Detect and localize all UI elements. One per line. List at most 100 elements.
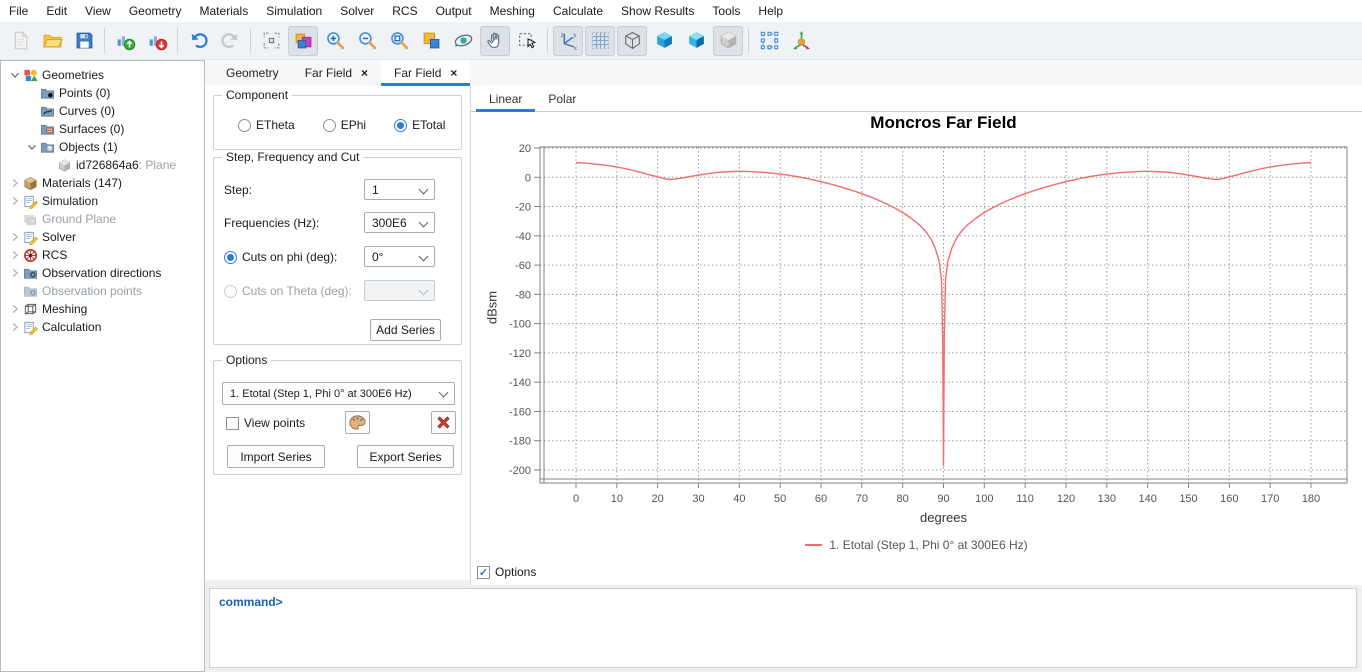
command-prompt[interactable]: command> xyxy=(219,595,283,609)
toolbar-fit-view-button[interactable] xyxy=(256,26,286,56)
toolbar-export-button[interactable] xyxy=(142,26,172,56)
toolbar-undo-button[interactable] xyxy=(183,26,213,56)
menu-item-show-results[interactable]: Show Results xyxy=(612,0,703,22)
tree-item-solver[interactable]: Solver xyxy=(1,228,204,246)
menu-item-help[interactable]: Help xyxy=(749,0,792,22)
chart-up-icon xyxy=(115,30,136,51)
menu-item-calculate[interactable]: Calculate xyxy=(544,0,612,22)
tree-item-observation-directions[interactable]: Observation directions xyxy=(1,264,204,282)
chevron-collapsed-icon[interactable] xyxy=(7,266,22,281)
menu-item-edit[interactable]: Edit xyxy=(37,0,76,22)
etheta-option[interactable]: ETheta xyxy=(238,118,295,132)
menu-item-geometry[interactable]: Geometry xyxy=(120,0,191,22)
chevron-collapsed-icon[interactable] xyxy=(7,176,22,191)
toolbar-open-project-button[interactable] xyxy=(37,26,67,56)
toolbar-view-objects-button[interactable] xyxy=(288,26,318,56)
tab-far-field-1[interactable]: Far Field × xyxy=(292,60,381,86)
series-color-button[interactable] xyxy=(345,411,370,434)
menu-item-output[interactable]: Output xyxy=(427,0,481,22)
toolbar-wireframe-view-button[interactable] xyxy=(617,26,647,56)
chevron-collapsed-icon[interactable] xyxy=(7,248,22,263)
toolbar-shaded-view-button[interactable] xyxy=(681,26,711,56)
select-handles-icon xyxy=(759,30,780,51)
view-points-option[interactable]: View points xyxy=(226,416,305,430)
menu-item-solver[interactable]: Solver xyxy=(331,0,383,22)
cuts-phi-option[interactable]: Cuts on phi (deg): xyxy=(224,250,337,264)
toolbar-separator xyxy=(177,28,178,53)
tree-item-observation-points[interactable]: Observation points xyxy=(1,282,204,300)
add-series-button[interactable]: Add Series xyxy=(370,319,441,341)
tree-item-simulation[interactable]: Simulation xyxy=(1,192,204,210)
tree-item-curves-0[interactable]: Curves (0) xyxy=(1,102,204,120)
menu-item-meshing[interactable]: Meshing xyxy=(481,0,544,22)
import-series-button[interactable]: Import Series xyxy=(227,445,325,468)
toolbar-zoom-out-button[interactable] xyxy=(352,26,382,56)
tree-item-id726864a6[interactable]: id726864a6 : Plane xyxy=(1,156,204,174)
chevron-expanded-icon[interactable] xyxy=(24,140,39,155)
export-series-button[interactable]: Export Series xyxy=(357,445,454,468)
etotal-radio[interactable] xyxy=(394,119,407,132)
toolbar-select-button[interactable] xyxy=(512,26,542,56)
chevron-collapsed-icon[interactable] xyxy=(7,320,22,335)
view-points-checkbox[interactable] xyxy=(226,417,239,430)
menu-item-materials[interactable]: Materials xyxy=(191,0,258,22)
menu-item-tools[interactable]: Tools xyxy=(703,0,749,22)
toolbar-save-project-button[interactable] xyxy=(69,26,99,56)
ephi-option[interactable]: EPhi xyxy=(323,118,366,132)
frequencies-select[interactable]: 300E6 xyxy=(364,212,435,233)
close-icon[interactable]: × xyxy=(450,67,457,79)
panel-divider xyxy=(470,86,471,585)
toolbar-import-button[interactable] xyxy=(110,26,140,56)
chevron-collapsed-icon[interactable] xyxy=(7,194,22,209)
chevron-collapsed-icon[interactable] xyxy=(7,302,22,317)
ephi-radio[interactable] xyxy=(323,119,336,132)
menu-item-file[interactable]: File xyxy=(0,0,37,22)
chart-options-checkbox[interactable] xyxy=(477,566,490,579)
toolbar-flat-view-button[interactable] xyxy=(713,26,743,56)
cuts-phi-select[interactable]: 0° xyxy=(364,246,435,267)
chart-tab-linear[interactable]: Linear xyxy=(476,86,535,111)
menu-item-view[interactable]: View xyxy=(76,0,120,22)
step-select[interactable]: 1 xyxy=(364,179,435,200)
toolbar-pan-button[interactable] xyxy=(480,26,510,56)
etotal-option[interactable]: ETotal xyxy=(394,118,445,132)
menu-item-rcs[interactable]: RCS xyxy=(383,0,426,22)
toolbar-selection-box-button[interactable] xyxy=(754,26,784,56)
component-groupbox-title: Component xyxy=(222,88,292,102)
toolbar-zoom-window-button[interactable] xyxy=(384,26,414,56)
chart-options-toggle[interactable]: Options xyxy=(477,565,536,579)
svg-text:20: 20 xyxy=(519,143,531,155)
toolbar-orbit-button[interactable] xyxy=(448,26,478,56)
etheta-radio[interactable] xyxy=(238,119,251,132)
menu-item-simulation[interactable]: Simulation xyxy=(257,0,331,22)
toolbar-show-grid-button[interactable] xyxy=(585,26,615,56)
toolbar-redo-button[interactable] xyxy=(215,26,245,56)
tree-item-calculation[interactable]: Calculation xyxy=(1,318,204,336)
cuts-phi-radio[interactable] xyxy=(224,251,237,264)
close-icon[interactable]: × xyxy=(361,67,368,79)
toolbar-solid-view-button[interactable] xyxy=(649,26,679,56)
tab-label: Far Field xyxy=(305,66,352,80)
chevron-collapsed-icon[interactable] xyxy=(7,230,22,245)
series-select[interactable]: 1. Etotal (Step 1, Phi 0° at 300E6 Hz) xyxy=(222,382,455,405)
tab-geometry-0[interactable]: Geometry xyxy=(213,60,292,86)
tree-item-surfaces-0[interactable]: Surfaces (0) xyxy=(1,120,204,138)
chevron-expanded-icon[interactable] xyxy=(7,68,22,83)
toolbar-move-object-button[interactable] xyxy=(786,26,816,56)
tree-item-ground-plane[interactable]: Ground Plane xyxy=(1,210,204,228)
tree-item-meshing[interactable]: Meshing xyxy=(1,300,204,318)
tree-item-materials-147[interactable]: Materials (147) xyxy=(1,174,204,192)
command-panel[interactable]: command> xyxy=(209,588,1357,668)
tree-item-points-0[interactable]: Points (0) xyxy=(1,84,204,102)
toolbar-bring-to-front-button[interactable] xyxy=(416,26,446,56)
toolbar-zoom-in-button[interactable] xyxy=(320,26,350,56)
tab-far-field-2[interactable]: Far Field× xyxy=(381,60,470,86)
toolbar-new-document-button[interactable] xyxy=(5,26,35,56)
chart-tab-polar[interactable]: Polar xyxy=(535,86,589,111)
svg-text:x: x xyxy=(573,45,577,51)
tree-item-objects-1[interactable]: Objects (1) xyxy=(1,138,204,156)
tree-item-geometries[interactable]: Geometries xyxy=(1,66,204,84)
toolbar-show-axes-button[interactable]: zyx xyxy=(553,26,583,56)
tree-item-rcs[interactable]: RCS xyxy=(1,246,204,264)
delete-series-button[interactable] xyxy=(431,411,456,434)
